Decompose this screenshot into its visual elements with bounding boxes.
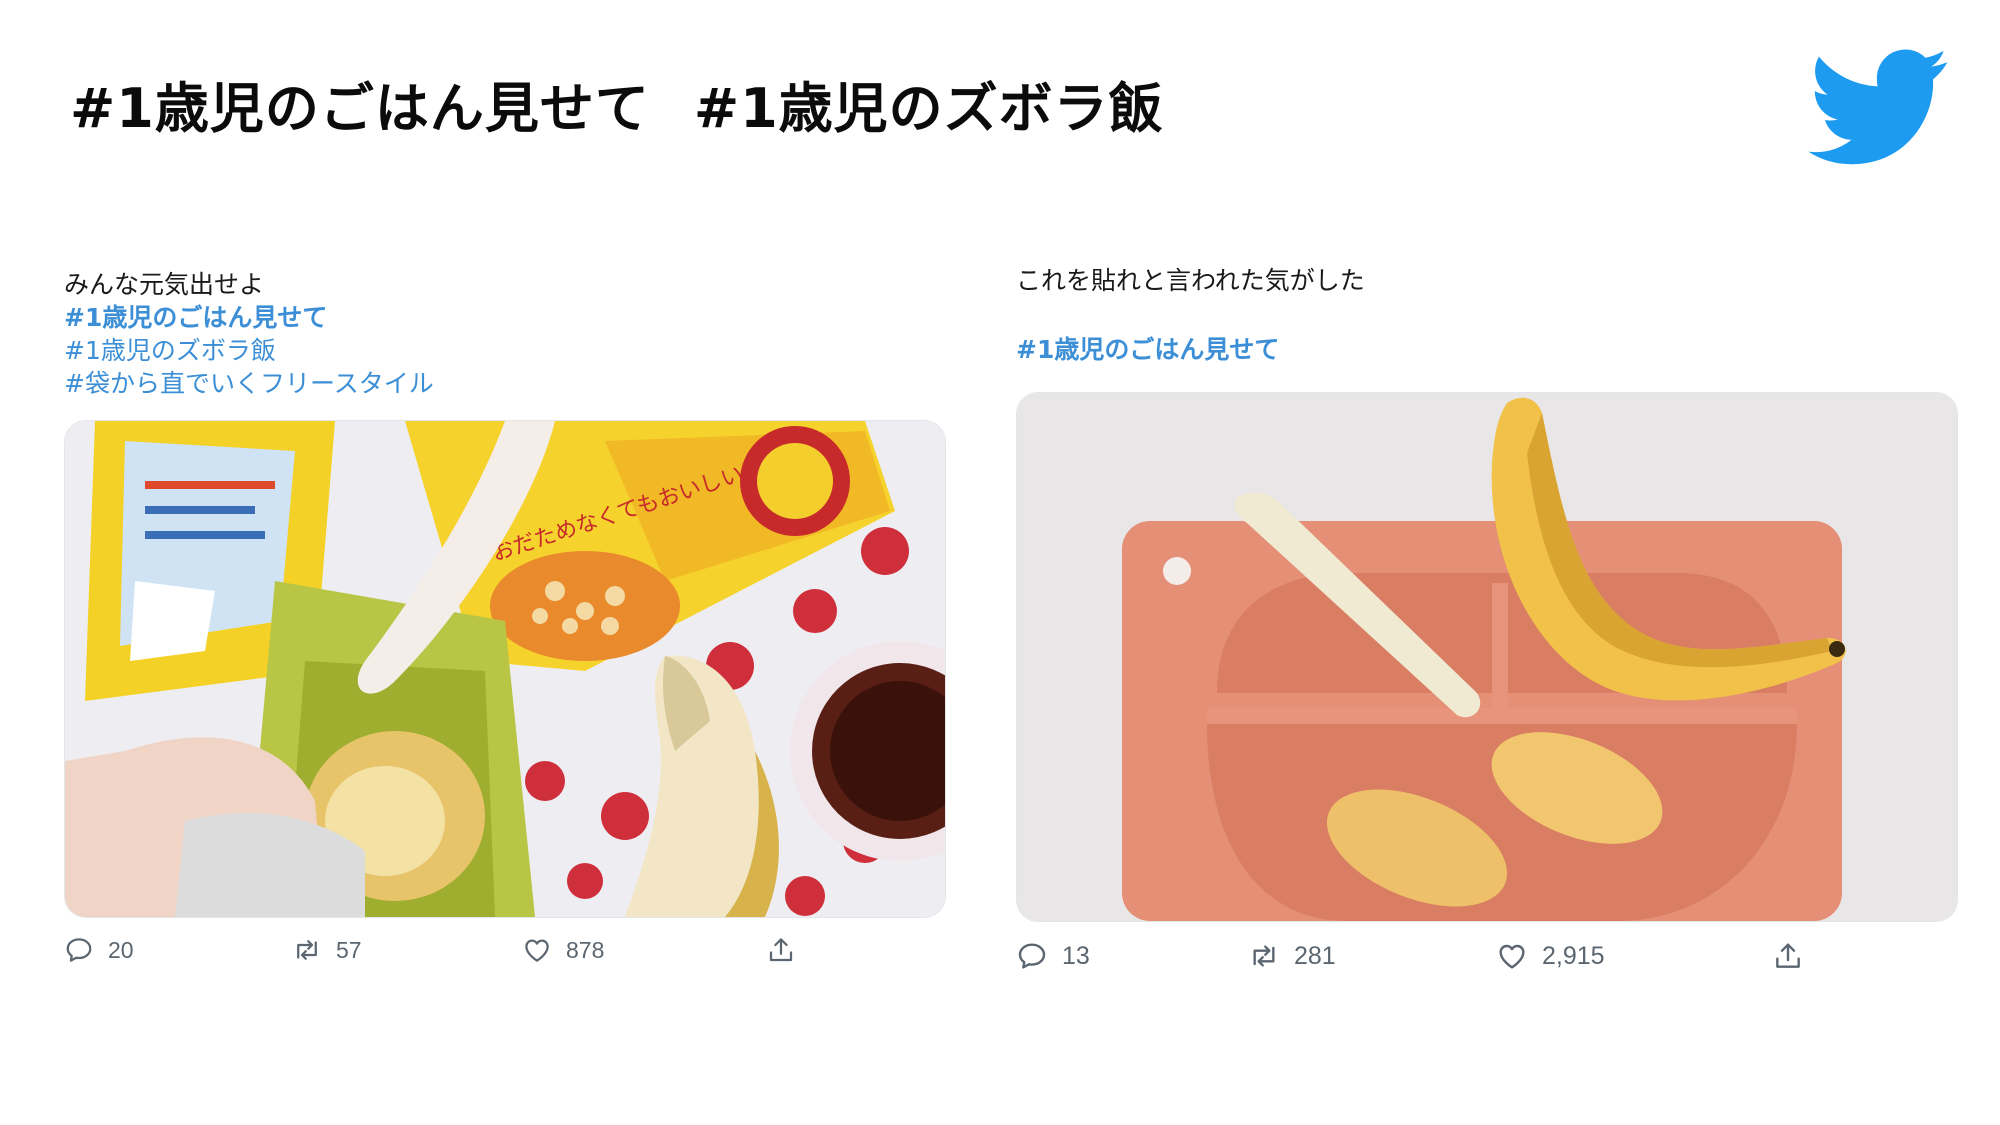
reply-count: 13 bbox=[1062, 941, 1090, 970]
retweet-button[interactable]: 281 bbox=[1248, 940, 1336, 972]
tweet-card-1: みんな元気出せよ #1歳児のごはん見せて #1歳児のズボラ飯 #袋から直でいくフ… bbox=[64, 268, 946, 963]
tweet-actions: 13 281 2,915 bbox=[1016, 936, 1956, 976]
reply-count: 20 bbox=[108, 936, 134, 963]
tweet-text-line: みんな元気出せよ bbox=[64, 270, 265, 299]
like-count: 2,915 bbox=[1542, 941, 1605, 970]
tweet-text: みんな元気出せよ #1歳児のごはん見せて #1歳児のズボラ飯 #袋から直でいくフ… bbox=[64, 268, 944, 400]
share-button[interactable] bbox=[1772, 940, 1804, 972]
tweet-text-line: これを貼れと言われた気がした bbox=[1016, 266, 1365, 295]
heading-hashtag-1: #1歳児のごはん見せて bbox=[70, 76, 650, 140]
tweet-photo-banana-plate[interactable] bbox=[1016, 392, 1958, 922]
tweet-photo-baby-food-pouch[interactable]: おだためなくてもおいしい! bbox=[64, 420, 946, 918]
tweet-actions: 20 57 878 bbox=[64, 930, 944, 970]
like-button[interactable]: 878 bbox=[522, 935, 604, 965]
twitter-bird-icon bbox=[1806, 48, 1952, 166]
retweet-icon bbox=[297, 940, 317, 960]
reply-icon bbox=[66, 938, 92, 962]
share-icon bbox=[769, 938, 793, 962]
like-count: 878 bbox=[566, 936, 605, 963]
like-button[interactable]: 2,915 bbox=[1496, 940, 1605, 972]
hashtag-link[interactable]: #袋から直でいくフリースタイル bbox=[64, 367, 944, 400]
retweet-button[interactable]: 57 bbox=[292, 935, 362, 965]
twitter-bird-icon-svg bbox=[1808, 49, 1948, 165]
retweet-icon bbox=[1253, 945, 1275, 967]
photo-illustration: おだためなくてもおいしい! bbox=[65, 421, 945, 917]
line-break bbox=[1016, 297, 1956, 333]
share-button[interactable] bbox=[766, 935, 796, 965]
reply-button[interactable]: 20 bbox=[64, 935, 134, 965]
heart-icon bbox=[1499, 944, 1525, 969]
page-title: #1歳児のごはん見せて #1歳児のズボラ飯 bbox=[70, 58, 1164, 148]
share-icon bbox=[1776, 943, 1800, 968]
retweet-count: 281 bbox=[1294, 941, 1336, 970]
retweet-count: 57 bbox=[336, 936, 362, 963]
hashtag-link[interactable]: #1歳児のごはん見せて bbox=[1016, 333, 1956, 366]
tweet-text: これを貼れと言われた気がした #1歳児のごはん見せて bbox=[1016, 264, 1956, 366]
heart-icon bbox=[525, 939, 549, 962]
hashtag-link[interactable]: #1歳児のごはん見せて bbox=[64, 301, 944, 334]
photo-illustration bbox=[1017, 393, 1957, 921]
reply-icon bbox=[1018, 943, 1046, 969]
heading-hashtag-2: #1歳児のズボラ飯 bbox=[693, 76, 1164, 140]
hashtag-link[interactable]: #1歳児のズボラ飯 bbox=[64, 334, 944, 367]
tweet-card-2: これを貼れと言われた気がした #1歳児のごはん見せて 13 281 2,915 bbox=[1016, 264, 1958, 970]
reply-button[interactable]: 13 bbox=[1016, 940, 1090, 972]
